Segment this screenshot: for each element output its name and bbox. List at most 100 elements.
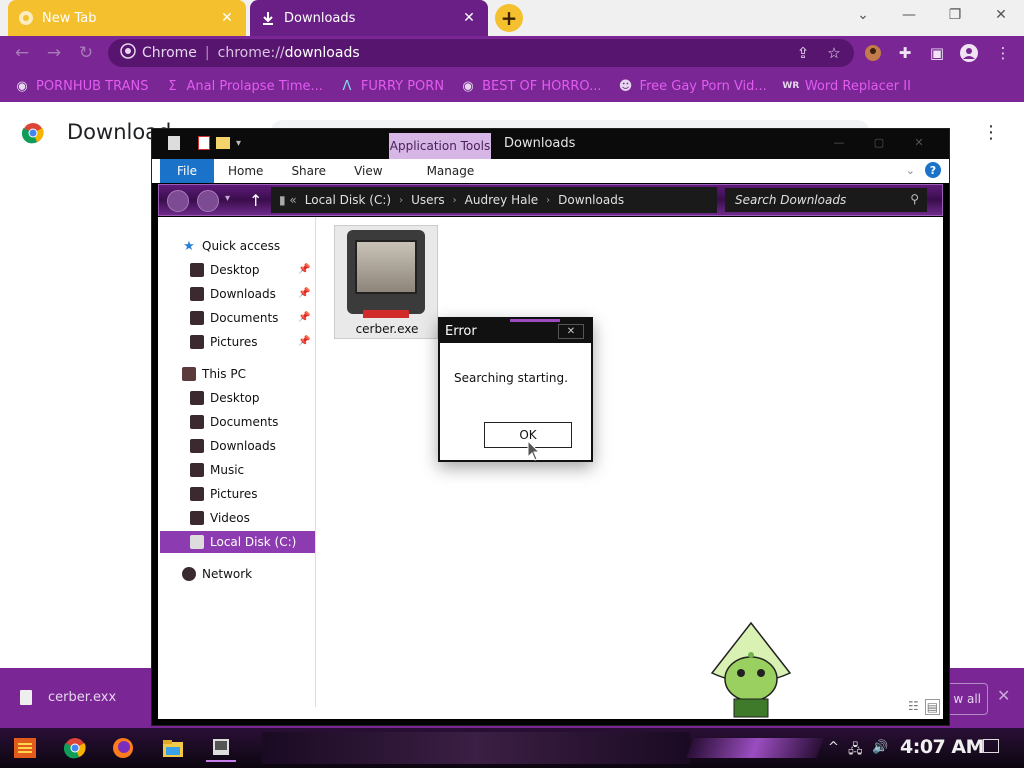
ribbon-tab-home[interactable]: Home — [214, 159, 277, 183]
close-tab-icon[interactable]: ✕ — [218, 10, 236, 26]
taskbar-firefox-icon[interactable] — [108, 734, 138, 762]
properties-icon[interactable] — [198, 136, 210, 150]
share-icon[interactable]: ⇪ — [792, 43, 814, 63]
help-icon[interactable]: ? — [925, 162, 941, 178]
nav-item-downloads[interactable]: Downloads — [190, 435, 276, 457]
view-toggle: ☷ ▤ — [902, 699, 941, 715]
bookmark-item[interactable]: Λ FURRY PORN — [339, 78, 444, 94]
ribbon-tab-file[interactable]: File — [160, 159, 214, 183]
star-icon[interactable]: ☆ — [823, 43, 845, 63]
tab-search-icon[interactable]: ⌄ — [840, 0, 886, 30]
nav-item-pictures[interactable]: Pictures — [190, 483, 258, 505]
nav-item-desktop[interactable]: Desktop — [190, 387, 260, 409]
forward-button[interactable]: → — [42, 42, 66, 64]
nav-item-pictures[interactable]: Pictures — [190, 331, 258, 353]
reload-button[interactable]: ↻ — [74, 42, 98, 64]
close-tab-icon[interactable]: ✕ — [460, 10, 478, 26]
explorer-forward-button[interactable] — [197, 190, 219, 212]
bookmark-label: Word Replacer II — [804, 78, 911, 94]
taskbar-clock[interactable]: 4:07 AM — [900, 736, 985, 758]
up-folder-button[interactable]: ↑ — [249, 191, 262, 210]
tab-new-tab[interactable]: New Tab ✕ — [8, 0, 246, 36]
back-button[interactable]: ← — [10, 42, 34, 64]
explorer-titlebar: ▾ Application Tools Downloads — ▢ ✕ — [152, 129, 949, 159]
nav-item-music[interactable]: Music — [190, 459, 244, 481]
start-button[interactable] — [12, 736, 38, 760]
nav-item-videos[interactable]: Videos — [190, 507, 250, 529]
show-hidden-icons-icon[interactable]: ^ — [828, 740, 839, 755]
bookmark-item[interactable]: ☻ Free Gay Porn Vid... — [618, 78, 767, 94]
nav-item-local-disk[interactable]: Local Disk (C:) — [160, 531, 315, 553]
tab-strip: New Tab ✕ Downloads ✕ + ⌄ — ❐ ✕ — [0, 0, 1024, 36]
new-tab-button[interactable]: + — [495, 4, 523, 32]
address-bar[interactable]: Chrome | chrome://downloads — [108, 39, 854, 67]
network-tray-icon[interactable]: 🖧 — [848, 740, 863, 762]
ribbon-tab-view[interactable]: View — [340, 159, 396, 183]
expand-ribbon-icon[interactable]: ⌄ — [906, 164, 915, 177]
nav-item-desktop[interactable]: Desktop — [190, 259, 260, 281]
bookmark-item[interactable]: ◉ BEST OF HORRO... — [460, 78, 601, 94]
bookmark-item[interactable]: WR Word Replacer II — [782, 78, 911, 94]
nav-item-downloads[interactable]: Downloads — [190, 283, 276, 305]
address-row: ▾ ↑ ▮ « Local Disk (C:) › Users › Audrey… — [158, 184, 943, 216]
large-icons-view-icon[interactable]: ▤ — [924, 699, 941, 715]
nav-item-documents[interactable]: Documents — [190, 411, 278, 433]
file-thumbnail-stand — [363, 310, 409, 318]
explorer-maximize-button[interactable]: ▢ — [862, 133, 896, 151]
download-item[interactable]: cerber.exx — [20, 690, 116, 705]
page-menu-icon[interactable]: ⋮ — [982, 122, 1000, 143]
title-glow — [510, 319, 560, 322]
bookmark-label: FURRY PORN — [360, 78, 445, 94]
volume-icon[interactable]: 🔊 — [872, 740, 888, 755]
bookmark-icon: Σ — [168, 78, 177, 94]
omnibox-divider: | — [204, 45, 210, 61]
breadcrumb-item[interactable]: Downloads — [558, 193, 624, 207]
tab-downloads[interactable]: Downloads ✕ — [250, 0, 488, 36]
file-icon — [20, 690, 32, 705]
nav-item-documents[interactable]: Documents — [190, 307, 278, 329]
taskbar-chrome-icon[interactable] — [60, 734, 90, 762]
qat-dropdown-icon[interactable]: ▾ — [236, 138, 241, 149]
browser-toolbar: ← → ↻ Chrome | chrome://downloads ⇪ ☆ ✚ … — [0, 36, 1024, 70]
breadcrumb-item[interactable]: Users — [411, 193, 445, 207]
chrome-menu-icon[interactable]: ⋮ — [992, 43, 1014, 63]
breadcrumb[interactable]: ▮ « Local Disk (C:) › Users › Audrey Hal… — [271, 187, 717, 213]
bookmark-item[interactable]: ◉ PORNHUB TRANS — [14, 78, 148, 94]
taskbar-explorer-window-icon[interactable] — [206, 734, 236, 762]
close-window-button[interactable]: ✕ — [978, 0, 1024, 30]
breadcrumb-item[interactable]: Audrey Hale — [465, 193, 539, 207]
taskbar-file-explorer-icon[interactable] — [158, 734, 188, 762]
pin-icon: 📌 — [298, 312, 311, 323]
new-folder-icon[interactable] — [216, 137, 230, 149]
music-folder-icon — [190, 463, 204, 477]
explorer-close-button[interactable]: ✕ — [902, 133, 936, 151]
nav-this-pc[interactable]: This PC — [182, 363, 246, 385]
notifications-icon[interactable] — [983, 739, 999, 753]
side-panel-icon[interactable]: ▣ — [926, 43, 948, 63]
desktop-folder-icon — [190, 263, 204, 277]
taskbar-decoration — [686, 738, 824, 758]
explorer-search-input[interactable]: Search Downloads ⚲ — [725, 188, 927, 212]
minimize-button[interactable]: — — [886, 0, 932, 30]
nav-network[interactable]: Network — [182, 563, 252, 585]
explorer-back-button[interactable] — [167, 190, 189, 212]
ribbon-tab-share[interactable]: Share — [277, 159, 340, 183]
bookmark-item[interactable]: Σ Anal Prolapse Time... — [165, 78, 323, 94]
show-all-button[interactable]: w all — [946, 683, 988, 715]
explorer-minimize-button[interactable]: — — [822, 133, 856, 151]
extensions-puzzle-icon[interactable]: ✚ — [894, 43, 916, 63]
recent-dropdown-icon[interactable]: ▾ — [225, 193, 230, 204]
application-tools-tab[interactable]: Application Tools — [389, 133, 491, 159]
details-view-icon[interactable]: ☷ — [908, 699, 919, 715]
profile-icon[interactable] — [958, 43, 980, 63]
nav-quick-access[interactable]: ★ Quick access — [182, 235, 280, 257]
breadcrumb-item[interactable]: Local Disk (C:) — [305, 193, 391, 207]
restore-button[interactable]: ❐ — [932, 0, 978, 30]
ribbon-tab-manage[interactable]: Manage — [413, 159, 489, 183]
dialog-titlebar: Error ✕ — [440, 319, 591, 343]
file-item[interactable]: cerber.exe — [334, 225, 438, 339]
extension-avatar-icon[interactable] — [862, 43, 884, 63]
close-shelf-icon[interactable]: ✕ — [997, 686, 1010, 705]
dialog-close-button[interactable]: ✕ — [558, 324, 584, 339]
breadcrumb-separator: › — [399, 194, 404, 206]
